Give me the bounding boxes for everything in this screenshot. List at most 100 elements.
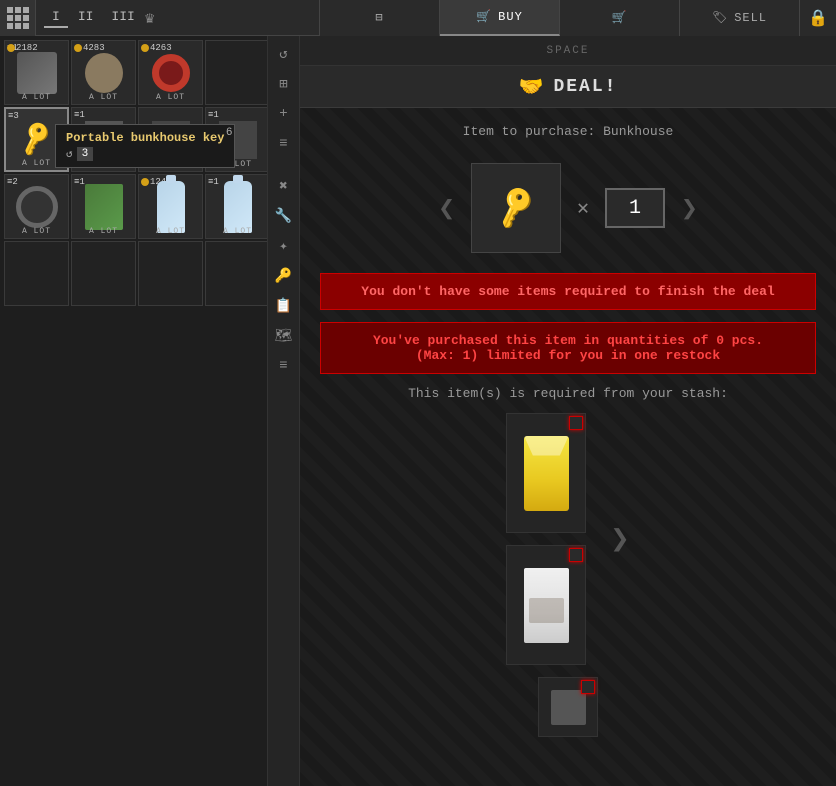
nav-left: I II III ♛: [0, 0, 320, 36]
key-item-icon: 🔑: [490, 182, 541, 233]
list-item[interactable]: 12401 A LOT: [138, 174, 203, 239]
alert-missing-items: You don't have some items required to fi…: [320, 273, 816, 310]
small-thumbnail: [551, 690, 586, 725]
filter-tab-ii[interactable]: II: [70, 7, 102, 28]
item-thumbnail: [152, 54, 190, 92]
sidebar-refresh-btn[interactable]: ↺: [270, 40, 298, 68]
list-item[interactable]: ≡1 A LOT: [71, 174, 136, 239]
alert-limit-text: You've purchased this item in quantities…: [373, 333, 763, 363]
cart-icon: 🛒: [612, 10, 628, 25]
stash-item-milk[interactable]: [506, 545, 586, 665]
stash-item-badge: [581, 680, 595, 694]
item-thumbnail: [157, 181, 185, 233]
alert-purchase-limit: You've purchased this item in quantities…: [320, 322, 816, 374]
list-item[interactable]: [205, 241, 270, 306]
price-icon: [141, 178, 149, 186]
item-count: ≡1: [74, 177, 85, 187]
nav-tab-layout[interactable]: ⊟: [320, 0, 440, 36]
list-item[interactable]: ≡1 A LOT: [205, 107, 270, 172]
alert-missing-text: You don't have some items required to fi…: [361, 284, 774, 299]
juice-thumbnail: [524, 436, 569, 511]
item-count: ≡1: [208, 110, 219, 120]
filter-tab-i[interactable]: I: [44, 7, 68, 28]
list-item[interactable]: ≡1 2182 A LOT: [4, 40, 69, 105]
item-lot: A LOT: [156, 227, 185, 236]
handshake-icon: 🤝: [519, 74, 544, 100]
item-lot: A LOT: [89, 93, 118, 102]
sidebar-cross-btn[interactable]: ✖: [270, 172, 298, 200]
list-item[interactable]: A LOT: [138, 107, 203, 172]
sidebar-grid-btn[interactable]: ⊞: [270, 70, 298, 98]
quantity-box[interactable]: 1: [605, 188, 665, 228]
stash-item-juice[interactable]: [506, 413, 586, 533]
milk-thumbnail: [524, 568, 569, 643]
item-lot: A LOT: [22, 93, 51, 102]
item-count: ≡1: [208, 177, 219, 187]
item-lot: A LOT: [156, 160, 185, 169]
item-thumbnail: [85, 184, 123, 230]
filter-tab-iii[interactable]: III: [103, 7, 142, 28]
sidebar-wrench-btn[interactable]: 🔧: [270, 202, 298, 230]
lock-icon: 🔒: [808, 8, 828, 28]
stash-item-small[interactable]: [538, 677, 598, 737]
list-item[interactable]: 4283 A LOT: [71, 40, 136, 105]
nav-tab-cart[interactable]: 🛒: [560, 0, 680, 36]
deal-body: Item to purchase: Bunkhouse ❮ 🔑 ✕ 1 ❯ Yo…: [300, 108, 836, 786]
space-label: SPACE: [546, 45, 589, 57]
purchase-item-box: 🔑: [471, 163, 561, 253]
nav-tab-sell[interactable]: 🏷 SELL: [680, 0, 800, 36]
item-lot: A LOT: [89, 227, 118, 236]
sidebar-key-btn[interactable]: 🔑: [270, 262, 298, 290]
sidebar-doc-btn[interactable]: 📋: [270, 292, 298, 320]
list-item[interactable]: ≡1 A LOT: [205, 174, 270, 239]
item-count: ≡2: [7, 177, 18, 187]
item-to-purchase-label: Item to purchase: Bunkhouse: [320, 124, 816, 139]
item-count: ≡3: [8, 111, 19, 121]
item-lot: A LOT: [223, 160, 252, 169]
stash-next-arrow[interactable]: ❯: [610, 519, 629, 559]
sell-icon: 🏷: [712, 10, 728, 25]
item-lot: A LOT: [22, 227, 51, 236]
inventory-grid: ≡1 2182 A LOT 4283 A LOT 4263 A LOT ≡3 🔑…: [0, 36, 299, 310]
price-icon: [74, 44, 82, 52]
prev-item-arrow[interactable]: ❮: [438, 191, 455, 226]
list-item[interactable]: [138, 241, 203, 306]
bottom-row: [320, 677, 816, 737]
buy-icon: 🛒: [476, 9, 492, 24]
item-lot: A LOT: [223, 227, 252, 236]
sidebar-plus-btn[interactable]: +: [270, 100, 298, 128]
lock-button[interactable]: 🔒: [800, 0, 836, 36]
list-item[interactable]: 4263 A LOT: [138, 40, 203, 105]
list-item[interactable]: ≡1 A LOT: [71, 107, 136, 172]
left-panel: ≡1 2182 A LOT 4283 A LOT 4263 A LOT ≡3 🔑…: [0, 36, 300, 786]
buy-label: BUY: [498, 10, 523, 24]
list-item[interactable]: ≡3 🔑 A LOT: [4, 107, 69, 172]
price-icon: [141, 44, 149, 52]
nav-tab-buy[interactable]: 🛒 BUY: [440, 0, 560, 36]
item-thumbnail: [224, 181, 252, 233]
stash-label: This item(s) is required from your stash…: [320, 386, 816, 401]
sidebar-layers-btn[interactable]: ≡: [270, 352, 298, 380]
next-item-arrow[interactable]: ❯: [681, 191, 698, 226]
list-item[interactable]: [71, 241, 136, 306]
top-nav: I II III ♛ ⊟ 🛒 BUY 🛒 🏷 SELL 🔒: [0, 0, 836, 36]
sidebar-icons: ↺ ⊞ + ≡ ✖ 🔧 ✦ 🔑 📋 🗺 ≡: [267, 36, 299, 786]
sidebar-star-btn[interactable]: ✦: [270, 232, 298, 260]
deal-header: 🤝 DEAL!: [300, 66, 836, 108]
grid-button[interactable]: [0, 0, 36, 36]
sidebar-filter-btn[interactable]: ≡: [270, 130, 298, 158]
item-count: ≡1: [74, 110, 85, 120]
purchase-row: ❮ 🔑 ✕ 1 ❯: [320, 155, 816, 261]
sidebar-map-btn[interactable]: 🗺: [270, 322, 298, 350]
item-thumbnail: [152, 121, 190, 159]
layout-icon: ⊟: [375, 10, 383, 25]
list-item[interactable]: ≡2 A LOT: [4, 174, 69, 239]
stash-items-row: ❯: [320, 413, 816, 665]
list-item[interactable]: [4, 241, 69, 306]
list-item[interactable]: [205, 40, 270, 105]
stash-item-badge: [569, 548, 583, 562]
filter-tabs: I II III ♛: [36, 7, 162, 28]
item-price: 2182: [7, 43, 38, 53]
quantity-value: 1: [629, 197, 641, 220]
sell-label: SELL: [734, 11, 767, 25]
